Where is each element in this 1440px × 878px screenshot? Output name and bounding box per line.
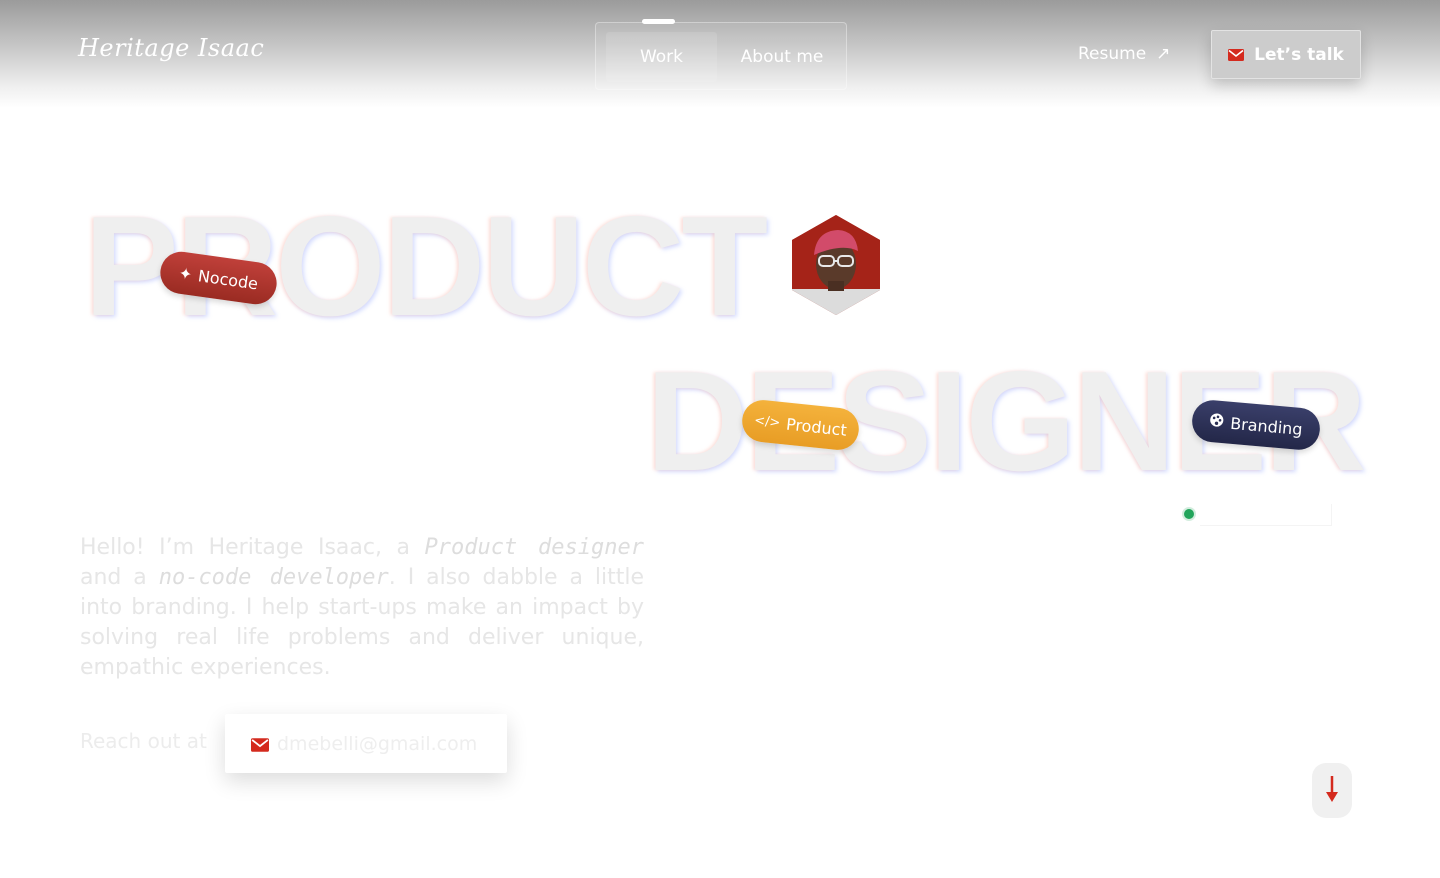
sparkle-icon: ✦: [177, 263, 194, 284]
nav-switcher: Work About me: [595, 22, 847, 90]
arrow-down-icon: [1325, 775, 1339, 807]
logo[interactable]: Heritage Isaac: [78, 34, 264, 62]
tab-about-me[interactable]: About me: [726, 32, 838, 82]
palette-icon: [1209, 411, 1226, 431]
email-link[interactable]: dmebelli@gmail.com: [225, 714, 507, 773]
status-pointer: [1200, 504, 1332, 526]
resume-label: Resume: [1078, 44, 1147, 64]
intro-text-2: and a: [80, 565, 159, 590]
intro-paragraph: Hello! I’m Heritage Isaac, a Product des…: [80, 533, 644, 683]
scroll-down-button[interactable]: [1312, 763, 1352, 818]
resume-link[interactable]: Resume ↗: [1078, 42, 1170, 66]
intro-text-1: Hello! I’m Heritage Isaac, a: [80, 535, 425, 560]
avatar: [792, 215, 880, 315]
tag-product-label: Product: [785, 414, 848, 440]
external-arrow-icon: ↗: [1156, 44, 1171, 64]
mail-icon: [1228, 48, 1245, 61]
intro-em-nocode-developer: no-code developer: [158, 565, 389, 590]
lets-talk-label: Let’s talk: [1254, 44, 1344, 65]
site-header: Heritage Isaac Work About me Resume ↗ Le…: [0, 0, 1440, 108]
tab-work[interactable]: Work: [606, 32, 717, 82]
code-icon: </>: [753, 412, 782, 431]
tag-branding-label: Branding: [1229, 413, 1304, 439]
mail-icon: [251, 737, 269, 752]
reach-out-label: Reach out at: [80, 729, 207, 753]
status-dot: [1184, 509, 1194, 519]
lets-talk-button[interactable]: Let’s talk: [1211, 30, 1361, 79]
intro-em-product-designer: Product designer: [424, 535, 644, 560]
email-address: dmebelli@gmail.com: [277, 732, 478, 755]
tag-nocode-label: Nocode: [196, 265, 260, 293]
